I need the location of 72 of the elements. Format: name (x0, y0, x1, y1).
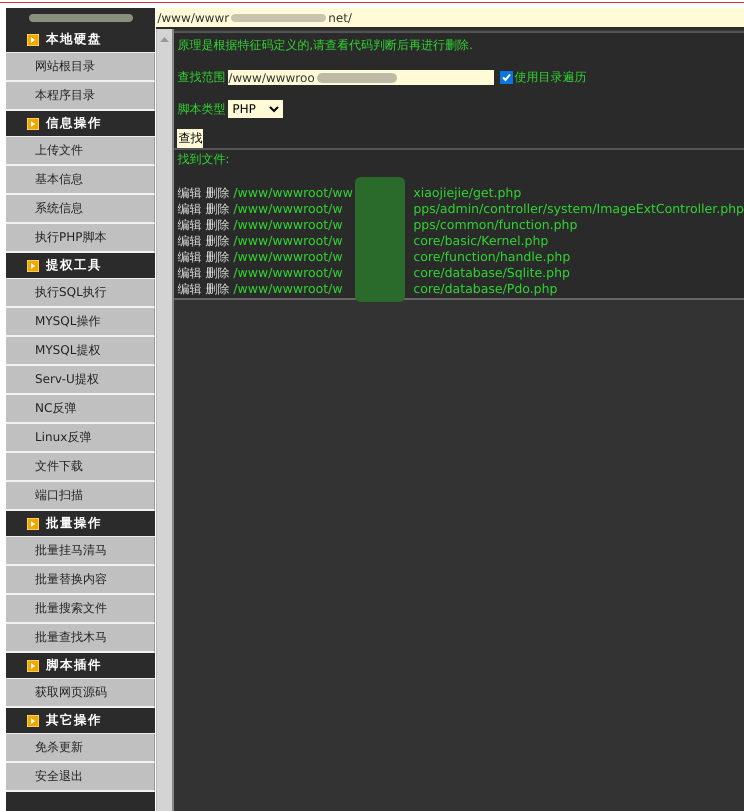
edit-link[interactable]: 编辑 (177, 202, 202, 216)
sidebar-item[interactable]: 获取网页源码 (6, 679, 156, 708)
checkbox-label: 使用目录遍历 (514, 69, 586, 86)
sidebar-item[interactable]: 本程序目录 (6, 82, 156, 111)
section-title: 其它操作 (46, 712, 102, 729)
play-icon (27, 660, 39, 672)
sidebar-item[interactable]: 批量搜索文件 (6, 595, 156, 624)
sidebar-item[interactable]: 文件下载 (6, 453, 156, 482)
file-path: /www/wwwroot/w (233, 233, 344, 249)
edit-link[interactable]: 编辑 (177, 234, 202, 248)
search-button[interactable]: 查找 (177, 129, 204, 148)
sidebar-item[interactable]: 批量挂马清马 (6, 537, 156, 566)
play-icon (27, 518, 39, 530)
play-icon (27, 118, 39, 130)
delete-link[interactable]: 删除 (205, 186, 230, 200)
edit-link[interactable]: 编辑 (177, 186, 202, 200)
delete-link[interactable]: 删除 (205, 234, 230, 248)
play-icon (27, 260, 39, 272)
file-path: /www/wwwroot/w (233, 217, 344, 233)
sidebar-item[interactable]: 批量查找木马 (6, 624, 156, 653)
section-title: 本地硬盘 (46, 31, 102, 48)
file-path: /www/wwwroot/w (233, 201, 344, 217)
file-path: /www/wwwroot/w (233, 281, 344, 297)
file-path: /www/wwwroot/ww (233, 185, 354, 201)
section-title: 提权工具 (46, 257, 102, 274)
delete-link[interactable]: 删除 (205, 202, 230, 216)
file-path: /www/wwwroot/w (233, 265, 344, 281)
section-title: 信息操作 (46, 115, 102, 132)
section-title: 批量操作 (46, 515, 102, 532)
edit-link[interactable]: 编辑 (177, 266, 202, 280)
edit-link[interactable]: 编辑 (177, 218, 202, 232)
sidebar-item[interactable]: 批量替换内容 (6, 566, 156, 595)
delete-link[interactable]: 删除 (205, 218, 230, 232)
sidebar-item[interactable]: 端口扫描 (6, 482, 156, 511)
section-title: 脚本插件 (46, 657, 102, 674)
file-path: core/function/handle.php (413, 249, 570, 264)
edit-link[interactable]: 编辑 (177, 250, 202, 264)
sidebar-item[interactable]: MYSQL操作 (6, 308, 156, 337)
delete-link[interactable]: 删除 (205, 282, 230, 296)
sidebar-item[interactable]: 安全退出 (6, 763, 156, 792)
sidebar-item[interactable]: Linux反弹 (6, 424, 156, 453)
delete-link[interactable]: 删除 (205, 250, 230, 264)
sidebar-item[interactable]: 基本信息 (6, 166, 156, 195)
notice-text: 原理是根据特征码定义的,请查看代码判断后再进行删除. (177, 37, 474, 54)
sidebar-item[interactable]: NC反弹 (6, 395, 156, 424)
sidebar-item[interactable]: 执行SQL执行 (6, 279, 156, 308)
field-label: 脚本类型 (177, 100, 226, 118)
sidebar-item[interactable]: 网站根目录 (6, 53, 156, 82)
field-label: 查找范围 (177, 69, 226, 86)
sidebar-item[interactable]: 免杀更新 (6, 734, 156, 763)
delete-link[interactable]: 删除 (205, 266, 230, 280)
script-type-select[interactable]: PHP (228, 100, 284, 118)
file-path: xiaojiejie/get.php (413, 185, 522, 200)
file-path: pps/common/function.php (413, 217, 578, 232)
sidebar-item[interactable]: 上传文件 (6, 137, 156, 166)
file-path: pps/admin/controller/system/ImageExtController.php (413, 201, 744, 216)
sidebar-item[interactable]: Serv-U提权 (6, 366, 156, 395)
chevron-down-icon (269, 106, 280, 112)
checkbox[interactable] (500, 71, 514, 84)
sidebar-item[interactable]: 系统信息 (6, 195, 156, 224)
search-range-field[interactable]: /www/wwwroo (228, 70, 494, 85)
address-bar[interactable]: /www/wwwr net/ (156, 8, 744, 29)
results-label: 找到文件: (177, 151, 230, 168)
sidebar-item[interactable]: MYSQL提权 (6, 337, 156, 366)
play-icon (27, 714, 39, 726)
file-path: /www/wwwroot/w (233, 249, 344, 265)
play-icon (27, 34, 39, 46)
sidebar-item[interactable]: 执行PHP脚本 (6, 224, 156, 253)
file-path: core/basic/Kernel.php (413, 233, 548, 248)
file-path: core/database/Pdo.php (413, 281, 558, 296)
file-path: core/database/Sqlite.php (413, 265, 570, 280)
edit-link[interactable]: 编辑 (177, 282, 202, 296)
